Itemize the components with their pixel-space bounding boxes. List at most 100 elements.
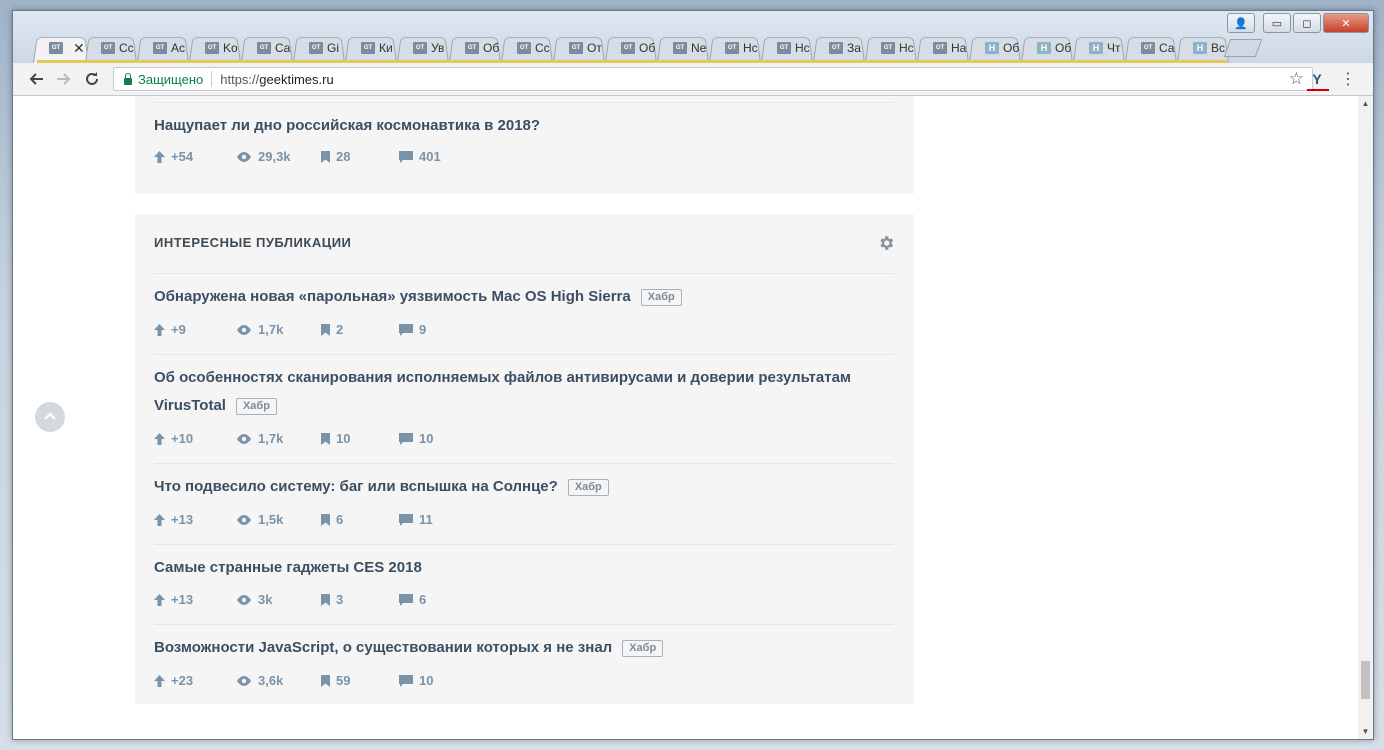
site-favicon-icon: GT (829, 42, 843, 54)
vertical-scrollbar[interactable]: ▲ ▼ (1358, 96, 1373, 739)
tab[interactable]: GT Ne (657, 33, 709, 63)
browser-menu-icon[interactable]: ⋮ (1340, 69, 1356, 89)
hub-tag[interactable]: Хабр (235, 397, 277, 415)
tab[interactable]: GT Нс (761, 33, 813, 63)
tab[interactable]: H Вс (1177, 33, 1229, 63)
tab[interactable]: GT Об (449, 33, 501, 63)
scroll-up-arrow-icon[interactable]: ▲ (1358, 96, 1373, 111)
rating[interactable]: +13 (154, 592, 236, 607)
hub-tag[interactable]: Хабр (622, 639, 664, 657)
comments[interactable]: 6 (399, 592, 426, 607)
post-title[interactable]: Возможности JavaScript, о существовании … (154, 634, 884, 662)
tab[interactable]: GT Сс (501, 33, 553, 63)
comment-icon (399, 150, 413, 163)
post-title[interactable]: Об особенностях сканирования исполняемых… (154, 364, 884, 420)
comments[interactable]: 11 (399, 512, 433, 527)
maximize-button[interactable]: ◻ (1293, 13, 1321, 33)
bookmarks[interactable]: 10 (321, 431, 399, 446)
bookmark-icon (321, 513, 330, 526)
tab-label: Cc (119, 41, 134, 55)
tab[interactable]: GT На (917, 33, 969, 63)
tab[interactable]: GT Gi (293, 33, 345, 63)
tab[interactable]: GT От (553, 33, 605, 63)
post-stats: +10 1,7k 10 10 (154, 431, 433, 446)
extension-icon[interactable]: Y (1307, 69, 1327, 89)
comments[interactable]: 10 (399, 673, 433, 688)
bookmarks[interactable]: 59 (321, 673, 399, 688)
comments[interactable]: 401 (399, 149, 441, 164)
tab[interactable]: GT Са (1125, 33, 1177, 63)
tab[interactable]: GT Cc (85, 33, 137, 63)
bookmark-star-icon[interactable]: ☆ (1289, 69, 1304, 89)
hub-tag[interactable]: Хабр (640, 288, 682, 306)
arrow-up-icon (154, 513, 165, 526)
comments[interactable]: 9 (399, 322, 426, 337)
hub-tag[interactable]: Хабр (567, 478, 609, 496)
rating[interactable]: +9 (154, 322, 236, 337)
divider (154, 102, 894, 103)
minimize-button[interactable]: ▭ (1263, 13, 1291, 33)
arrow-up-icon (154, 674, 165, 687)
comments[interactable]: 10 (399, 431, 433, 446)
tab[interactable]: GT Ca (241, 33, 293, 63)
bookmark-icon (321, 432, 330, 445)
post-title[interactable]: Что подвесило систему: баг или вспышка н… (154, 473, 884, 501)
bookmarks[interactable]: 6 (321, 512, 399, 527)
comment-icon (399, 513, 413, 526)
post-stats: +23 3,6k 59 10 (154, 673, 433, 688)
post-title[interactable]: Нащупает ли дно российская космонавтика … (154, 112, 884, 140)
tab[interactable]: GT Об (605, 33, 657, 63)
tab[interactable]: GT Ув (397, 33, 449, 63)
tab[interactable]: GT Нс (865, 33, 917, 63)
back-arrow-icon (29, 73, 43, 85)
tab-label: На (951, 41, 967, 55)
new-tab-button[interactable] (1223, 39, 1263, 57)
tab-active[interactable]: GT ✕ (33, 33, 89, 63)
tab[interactable]: GT Ac (137, 33, 189, 63)
bookmarks[interactable]: 2 (321, 322, 399, 337)
divider (154, 354, 894, 355)
scrollbar-thumb[interactable] (1361, 661, 1370, 699)
rating[interactable]: +23 (154, 673, 236, 688)
user-profile-icon[interactable]: 👤 (1227, 13, 1255, 33)
tab[interactable]: GT Нс (709, 33, 761, 63)
chevron-up-icon (44, 412, 56, 420)
site-favicon-icon: GT (673, 42, 687, 54)
site-favicon-icon: GT (465, 42, 479, 54)
reload-button[interactable] (81, 68, 103, 90)
rating[interactable]: +54 (154, 149, 236, 164)
bookmarks[interactable]: 3 (321, 592, 399, 607)
forward-button[interactable] (53, 68, 75, 90)
post-title[interactable]: Обнаружена новая «парольная» уязвимость … (154, 283, 884, 311)
gear-icon[interactable] (877, 234, 895, 252)
interesting-posts-card: ИНТЕРЕСНЫЕ ПУБЛИКАЦИИ Обнаружена новая «… (135, 214, 914, 704)
post-stats: +13 1,5k 6 11 (154, 512, 433, 527)
address-bar[interactable]: Защищено https://geektimes.ru ☆ (113, 67, 1313, 91)
tab-close-icon[interactable]: ✕ (73, 40, 85, 57)
scroll-to-top-button[interactable] (35, 402, 65, 432)
site-favicon-icon: GT (1141, 42, 1155, 54)
divider (154, 273, 894, 274)
rating[interactable]: +10 (154, 431, 236, 446)
views: 3k (236, 592, 321, 607)
site-favicon-icon: GT (517, 42, 531, 54)
tab-label: Об (1003, 41, 1020, 55)
close-window-button[interactable]: ✕ (1323, 13, 1369, 33)
tab[interactable]: H Об (1021, 33, 1073, 63)
tab[interactable]: GT Ko (189, 33, 241, 63)
bookmarks[interactable]: 28 (321, 149, 399, 164)
tab[interactable]: GT Ки (345, 33, 397, 63)
scroll-down-arrow-icon[interactable]: ▼ (1358, 724, 1373, 739)
site-favicon-icon: GT (413, 42, 427, 54)
post-title-text: Что подвесило систему: баг или вспышка н… (154, 478, 558, 495)
rating[interactable]: +13 (154, 512, 236, 527)
tab[interactable]: H Чт (1073, 33, 1125, 63)
back-button[interactable] (25, 68, 47, 90)
tab-label: Нс (795, 41, 810, 55)
tab-label: От (587, 41, 602, 55)
tab[interactable]: H Об (969, 33, 1021, 63)
views: 3,6k (236, 673, 321, 688)
tab[interactable]: GT За (813, 33, 865, 63)
tab-label: Об (483, 41, 500, 55)
post-title[interactable]: Самые странные гаджеты CES 2018 (154, 554, 884, 582)
